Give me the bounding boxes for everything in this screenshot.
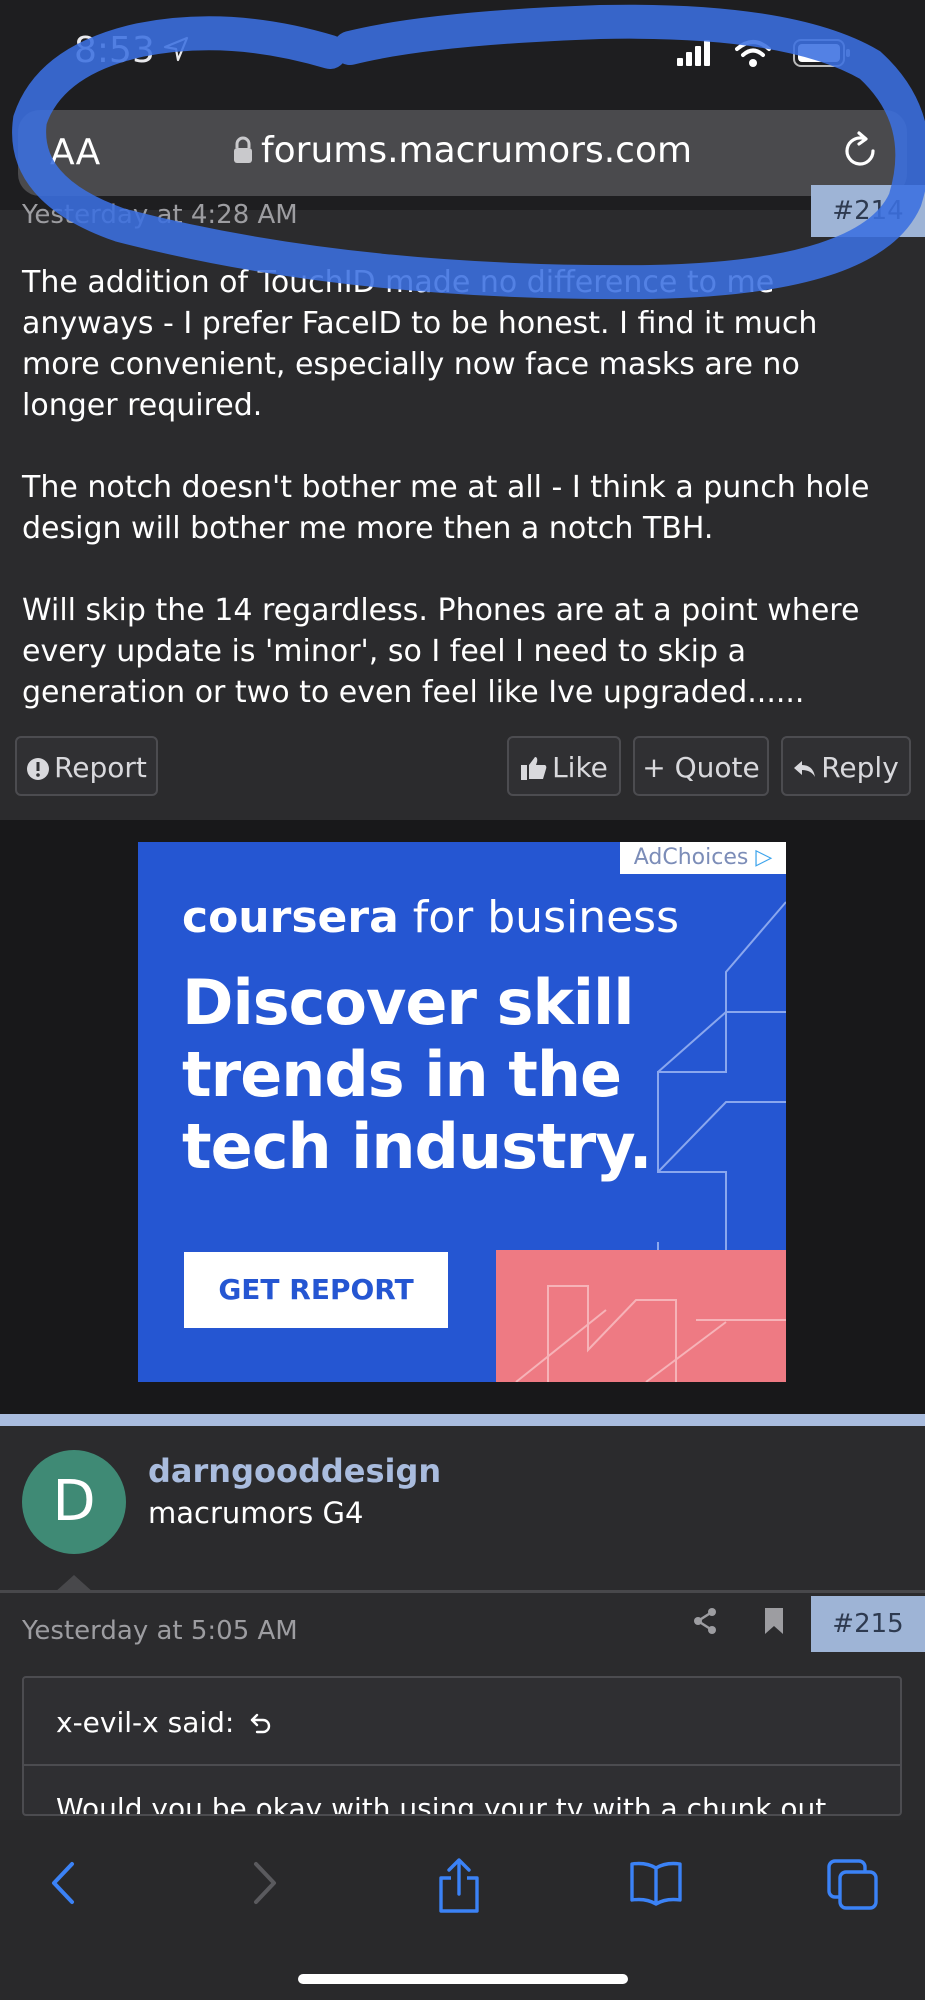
home-indicator xyxy=(298,1974,628,1984)
get-report-button[interactable]: GET REPORT xyxy=(184,1252,448,1328)
share-icon[interactable] xyxy=(690,1606,720,1636)
quote-divider xyxy=(24,1764,900,1766)
reload-icon[interactable] xyxy=(837,128,883,174)
forward-icon[interactable] xyxy=(244,1858,284,1908)
post-body: The addition of TouchID made no differen… xyxy=(22,262,902,713)
alert-icon xyxy=(27,758,50,780)
browser-top-bar: 8:53 AA forums.macrumors.com xyxy=(0,0,925,210)
back-icon[interactable] xyxy=(44,1858,84,1908)
avatar[interactable]: D xyxy=(22,1450,126,1554)
thumbs-up-icon xyxy=(521,757,547,780)
battery-icon xyxy=(793,39,850,67)
like-button[interactable]: Like xyxy=(507,736,621,796)
post-timestamp[interactable]: Yesterday at 4:28 AM xyxy=(22,200,298,230)
ad-brand: coursera for business xyxy=(182,892,680,943)
user-divider xyxy=(0,1590,925,1593)
status-time: 8:53 xyxy=(74,30,189,71)
reply-button[interactable]: Reply xyxy=(781,736,911,796)
status-icons xyxy=(675,38,895,68)
jump-to-quote-icon[interactable] xyxy=(249,1712,273,1736)
bookmarks-icon[interactable] xyxy=(628,1858,684,1908)
post-number-badge[interactable]: #214 xyxy=(811,185,925,237)
post-paragraph: The addition of TouchID made no differen… xyxy=(22,265,818,423)
quote-text: Would you be okay with using your tv wit… xyxy=(56,1792,827,1816)
adchoices-link[interactable]: AdChoices ▷ xyxy=(620,842,786,874)
username-link[interactable]: darngooddesign xyxy=(148,1452,441,1490)
tabs-icon[interactable] xyxy=(826,1858,880,1912)
post-paragraph: The notch doesn't bother me at all - I t… xyxy=(22,470,870,546)
bookmark-icon[interactable] xyxy=(762,1606,786,1636)
post-timestamp[interactable]: Yesterday at 5:05 AM xyxy=(22,1616,298,1646)
ad-line-art-overlay xyxy=(515,1285,786,1382)
user-title: macrumors G4 xyxy=(148,1496,364,1530)
browser-toolbar xyxy=(0,1820,925,2000)
location-arrow-icon xyxy=(163,30,189,71)
wifi-icon xyxy=(735,40,771,67)
post-paragraph: Will skip the 14 regardless. Phones are … xyxy=(22,593,860,710)
ad-headline: Discover skill trends in the tech indust… xyxy=(182,966,652,1183)
lock-icon xyxy=(233,132,253,173)
report-button[interactable]: Report xyxy=(15,736,158,796)
cellular-signal-icon xyxy=(677,40,710,66)
coursera-ad[interactable]: AdChoices ▷ coursera for business Discov… xyxy=(138,842,786,1382)
post-separator xyxy=(0,1414,925,1426)
quote-author[interactable]: x-evil-x said: xyxy=(56,1706,273,1739)
post-number-badge[interactable]: #215 xyxy=(811,1596,925,1652)
reply-arrow-icon xyxy=(794,761,816,777)
quote-block: x-evil-x said: Would you be okay with us… xyxy=(22,1676,902,1816)
quote-button[interactable]: + Quote xyxy=(633,736,769,796)
address-bar[interactable]: AA forums.macrumors.com xyxy=(18,110,907,196)
adchoices-triangle-icon: ▷ xyxy=(755,845,773,870)
url-field[interactable]: forums.macrumors.com xyxy=(18,130,907,173)
share-sheet-icon[interactable] xyxy=(434,1858,484,1914)
